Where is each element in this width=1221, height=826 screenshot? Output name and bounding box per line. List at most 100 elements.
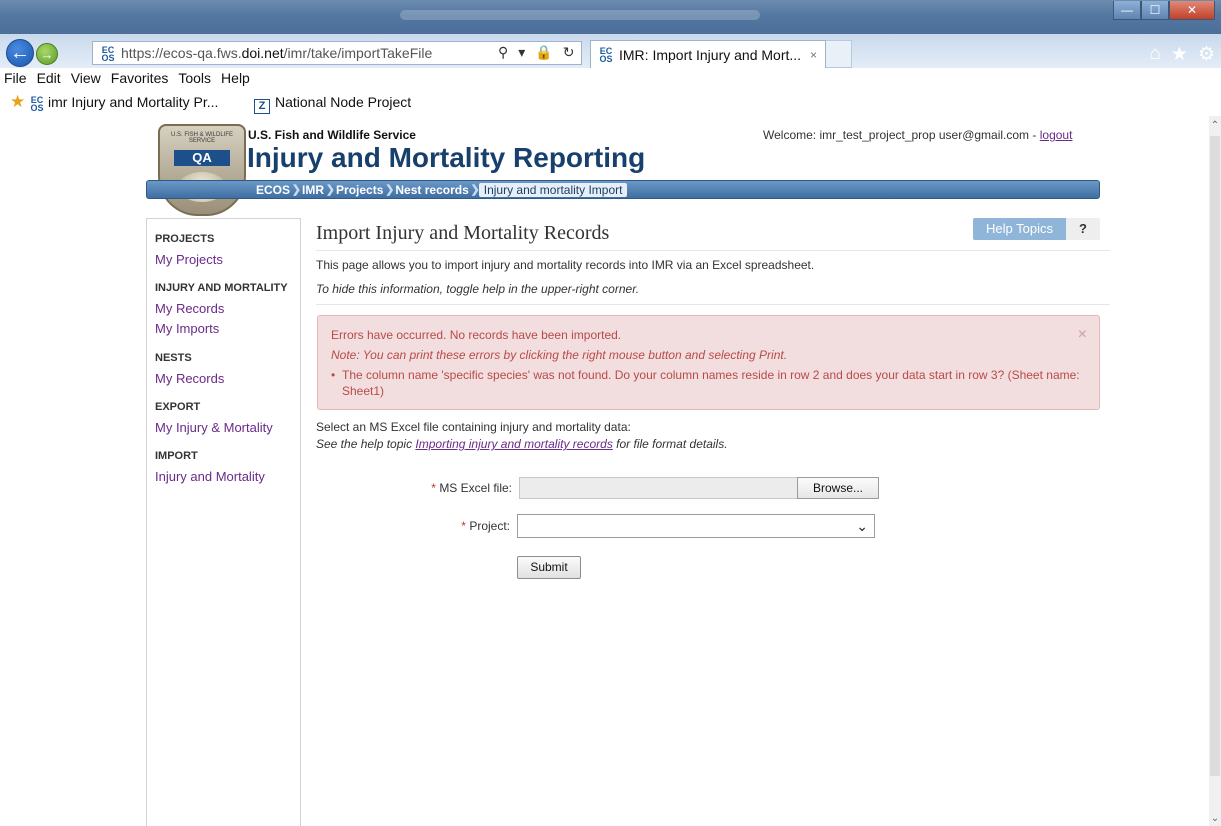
help-suffix: for file format details. (612, 437, 728, 451)
favorites-star-icon[interactable]: ★ (1171, 43, 1188, 66)
welcome-message: Welcome: imr_test_project_prop user@gmai… (763, 128, 1040, 142)
breadcrumb-current: Injury and mortality Import (478, 183, 628, 197)
intro-help-text: To hide this information, toggle help in… (316, 282, 640, 296)
add-favorite-star-icon[interactable]: ★ (10, 92, 25, 112)
tab-close-icon[interactable]: × (810, 48, 817, 62)
dropdown-icon[interactable]: ▾ (518, 44, 525, 61)
browser-tools: ⌂ ★ ⚙ (1149, 43, 1215, 66)
menu-favorites[interactable]: Favorites (111, 70, 169, 86)
minimize-button[interactable]: — (1113, 1, 1141, 20)
site-favicon-icon: EC OS (101, 45, 115, 63)
back-arrow-icon: ← (10, 41, 30, 64)
breadcrumb: ECOS IMR Projects Nest records Injury an… (250, 182, 628, 198)
close-alert-icon[interactable]: × (1078, 326, 1087, 344)
page-scrollbar[interactable]: ⌃ ⌄ (1209, 116, 1221, 826)
forward-arrow-icon: → (40, 46, 54, 62)
logo-text: U.S. FISH & WILDLIFE SERVICE (170, 132, 233, 144)
url-path: /imr/take/importTakeFile (283, 45, 433, 61)
scroll-up-icon[interactable]: ⌃ (1209, 120, 1221, 131)
favorite-favicon-icon: EC OS (30, 95, 44, 113)
divider (316, 250, 1110, 251)
welcome-text: Welcome: imr_test_project_prop user@gmai… (763, 128, 1072, 142)
file-label-text: MS Excel file: (439, 481, 512, 495)
menu-file[interactable]: File (4, 70, 27, 86)
menu-view[interactable]: View (71, 70, 101, 86)
close-window-button[interactable]: ✕ (1169, 1, 1215, 20)
breadcrumb-ecos[interactable]: ECOS (250, 183, 301, 197)
sidebar-heading-export: EXPORT (155, 401, 201, 413)
divider (316, 304, 1110, 305)
qa-badge: QA (174, 150, 230, 166)
window-title (400, 10, 760, 20)
excel-file-input[interactable] (519, 477, 797, 499)
help-topic-link[interactable]: Importing injury and mortality records (415, 437, 612, 451)
new-tab-button[interactable] (826, 40, 852, 68)
menu-bar: File Edit View Favorites Tools Help (0, 68, 1221, 88)
tab-title: IMR: Import Injury and Mort... (619, 46, 802, 63)
sidebar-heading-import: IMPORT (155, 450, 198, 462)
help-topics-button[interactable]: Help Topics (973, 218, 1066, 240)
url-prefix: https://ecos-qa.fws. (121, 45, 242, 61)
select-file-text: Select an MS Excel file containing injur… (316, 420, 631, 434)
tab-active[interactable]: EC OS IMR: Import Injury and Mort... × (590, 40, 826, 68)
fws-logo[interactable]: U.S. FISH & WILDLIFE SERVICE QA (158, 124, 246, 216)
error-alert: Errors have occurred. No records have be… (317, 315, 1100, 410)
help-topic-text: See the help topic Importing injury and … (316, 437, 728, 451)
help-toggle-button[interactable]: ? (1066, 218, 1100, 240)
tab-favicon-icon: EC OS (599, 46, 613, 64)
search-icon[interactable]: ⚲ (498, 44, 508, 61)
gear-icon[interactable]: ⚙ (1198, 43, 1215, 66)
project-label-text: Project: (469, 519, 510, 533)
scroll-down-icon[interactable]: ⌄ (1209, 813, 1221, 824)
home-icon[interactable]: ⌂ (1149, 43, 1160, 66)
submit-button[interactable]: Submit (517, 556, 581, 579)
chevron-down-icon: ⌄ (856, 518, 868, 534)
address-tools: ⚲ ▾ 🔒 ↻ (498, 44, 574, 61)
breadcrumb-projects[interactable]: Projects (330, 183, 395, 197)
error-message: The column name 'specific species' was n… (342, 368, 1080, 398)
error-detail: • The column name 'specific species' was… (331, 367, 1102, 399)
sidebar-heading-projects: PROJECTS (155, 233, 215, 245)
intro-text: This page allows you to import injury an… (316, 258, 815, 272)
error-summary: Errors have occurred. No records have be… (331, 328, 622, 342)
help-prefix: See the help topic (316, 437, 416, 451)
sidebar-item-import-injury-mortality[interactable]: Injury and Mortality (155, 469, 265, 484)
back-button[interactable]: ← (6, 39, 34, 67)
favorite-imr-link[interactable]: imr Injury and Mortality Pr... (48, 94, 218, 110)
sidebar-heading-injury-mortality: INJURY AND MORTALITY (155, 282, 288, 294)
browser-window: — ☐ ✕ ← → EC OS https://ecos-qa.fws. doi.… (0, 0, 1221, 826)
forward-button[interactable]: → (36, 43, 58, 65)
menu-help[interactable]: Help (221, 70, 250, 86)
breadcrumb-imr[interactable]: IMR (296, 183, 335, 197)
window-controls: — ☐ ✕ (1113, 1, 1215, 20)
logout-link[interactable]: logout (1040, 128, 1073, 142)
scrollbar-thumb[interactable] (1210, 136, 1220, 776)
z-icon: Z (254, 99, 270, 114)
app-title: Injury and Mortality Reporting (247, 142, 646, 173)
sidebar-item-export-injury-mortality[interactable]: My Injury & Mortality (155, 420, 273, 435)
sidebar-nav: PROJECTS My Projects INJURY AND MORTALIT… (146, 218, 301, 826)
lock-icon[interactable]: 🔒 (535, 44, 552, 61)
sidebar-heading-nests: NESTS (155, 352, 192, 364)
sidebar-item-nest-records[interactable]: My Records (155, 371, 224, 386)
browse-button[interactable]: Browse... (797, 477, 879, 499)
breadcrumb-nest-records[interactable]: Nest records (389, 183, 480, 197)
required-mark: * (461, 519, 466, 533)
sidebar-item-my-projects[interactable]: My Projects (155, 252, 223, 267)
favorites-bar: ★ EC OS imr Injury and Mortality Pr... Z… (0, 90, 1221, 114)
agency-name: U.S. Fish and Wildlife Service (248, 128, 416, 142)
sidebar-item-my-records[interactable]: My Records (155, 301, 224, 316)
menu-tools[interactable]: Tools (178, 70, 211, 86)
favorite-national-node-link[interactable]: Z National Node Project (254, 94, 411, 114)
navigation-bar: ← → EC OS https://ecos-qa.fws. doi.net/im… (0, 34, 1221, 68)
sidebar-item-my-imports[interactable]: My Imports (155, 321, 219, 336)
file-label: * MS Excel file: (392, 481, 512, 495)
page-title: Import Injury and Mortality Records (316, 222, 610, 244)
error-print-note: Note: You can print these errors by clic… (331, 348, 788, 362)
menu-edit[interactable]: Edit (37, 70, 61, 86)
refresh-icon[interactable]: ↻ (563, 44, 575, 61)
maximize-button[interactable]: ☐ (1141, 1, 1169, 20)
required-mark: * (431, 481, 436, 495)
project-select[interactable]: ⌄ (517, 514, 875, 538)
project-label: * Project: (390, 519, 510, 533)
